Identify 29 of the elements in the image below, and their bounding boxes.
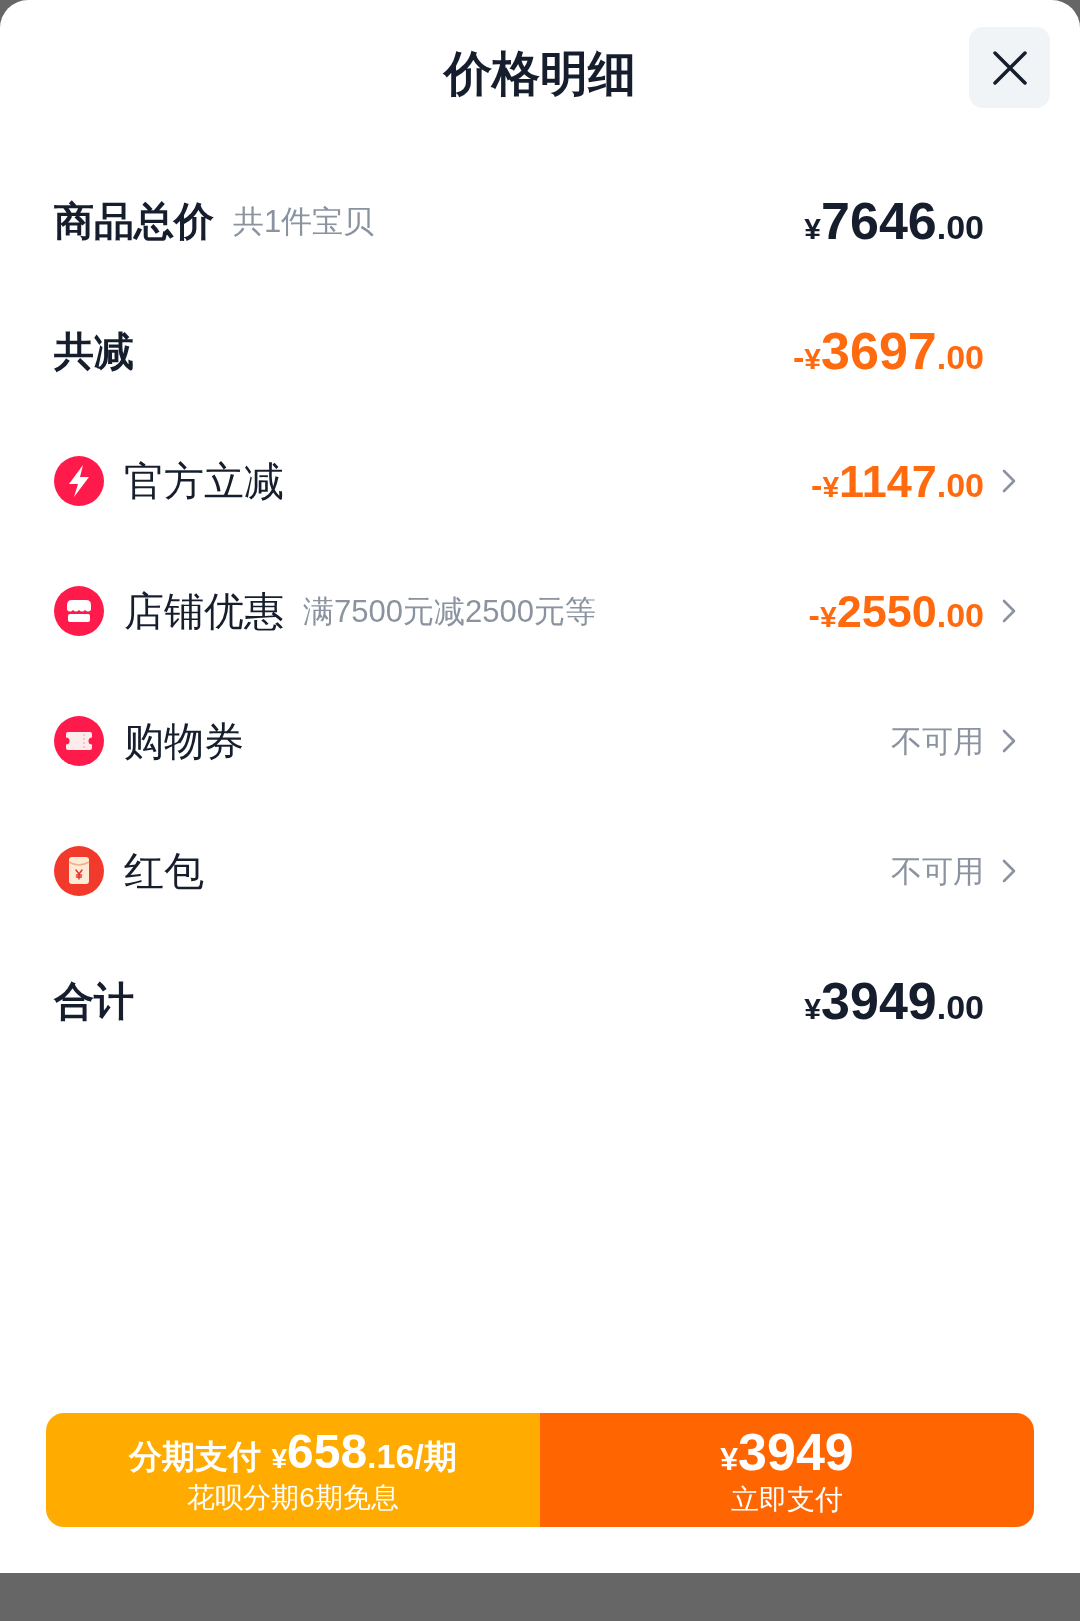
close-icon xyxy=(992,50,1027,85)
price-text: -¥2550.00 xyxy=(808,588,984,634)
row-label: 购物券 xyxy=(124,721,244,761)
row-label: 商品总价 xyxy=(54,201,214,241)
status-text: 不可用 xyxy=(891,855,984,887)
pay-now-button[interactable]: ¥3949 立即支付 xyxy=(540,1413,1034,1527)
price-text: ¥3949.00 xyxy=(804,975,984,1027)
row-label: 红包 xyxy=(124,851,204,891)
ticket-icon xyxy=(54,716,104,766)
installment-button[interactable]: 分期支付 ¥658.16/期 花呗分期6期免息 xyxy=(46,1413,540,1527)
price-text: -¥3697.00 xyxy=(793,325,984,377)
row-note: 满7500元减2500元等 xyxy=(303,595,596,627)
sheet-title: 价格明细 xyxy=(444,46,636,102)
chevron-icon[interactable] xyxy=(1002,469,1016,493)
row-label: 官方立减 xyxy=(124,461,284,501)
price-text: ¥7646.00 xyxy=(804,195,984,247)
price-text: -¥1147.00 xyxy=(811,458,984,504)
row-label: 共减 xyxy=(54,331,134,371)
status-text: 不可用 xyxy=(891,725,984,757)
close-button[interactable] xyxy=(969,27,1050,108)
lightning-icon xyxy=(54,456,104,506)
envelope-icon xyxy=(54,846,104,896)
row-note: 共1件宝贝 xyxy=(233,205,375,237)
chevron-icon[interactable] xyxy=(1002,729,1016,753)
chevron-icon[interactable] xyxy=(1002,599,1016,623)
shop-icon xyxy=(54,586,104,636)
row-label: 合计 xyxy=(54,981,134,1021)
row-label: 店铺优惠 xyxy=(124,591,284,631)
chevron-icon[interactable] xyxy=(1002,859,1016,883)
